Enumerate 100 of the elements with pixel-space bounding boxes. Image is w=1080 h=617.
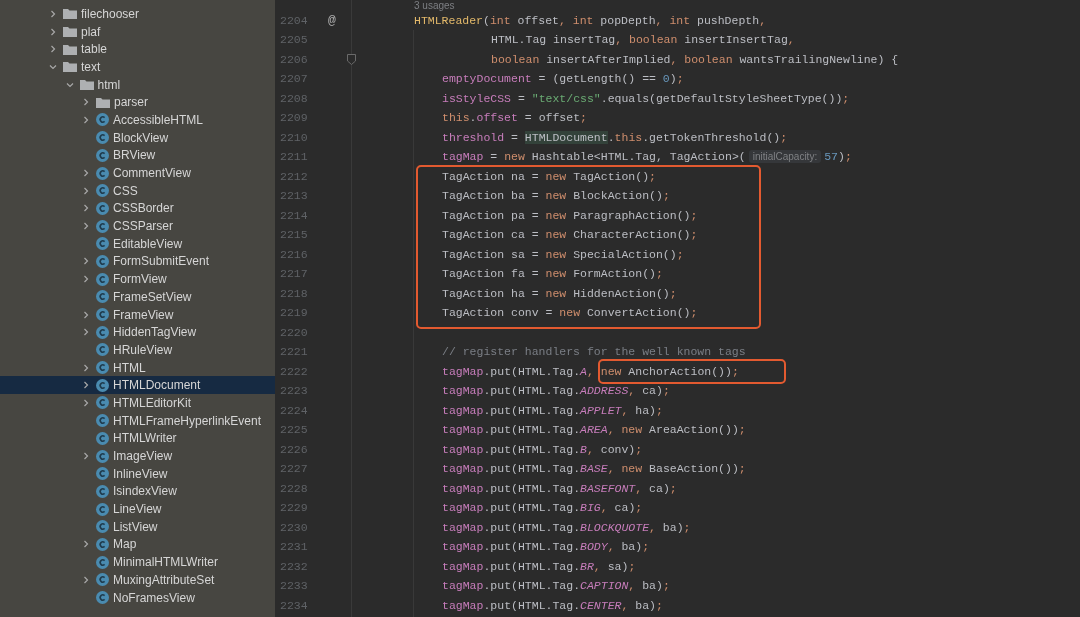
class-icon	[96, 520, 109, 534]
code-line: boolean insertAfterImplied, boolean wantsTrailingNewline) {	[491, 52, 899, 66]
class-icon	[96, 272, 109, 286]
class-icon	[96, 484, 109, 498]
tree-item[interactable]: HRuleView	[0, 341, 275, 359]
class-icon	[96, 467, 109, 481]
code-line: tagMap.put(HTML.Tag.CAPTION, ba);	[442, 579, 670, 593]
line-number: 2218	[279, 286, 309, 300]
chevron-icon[interactable]	[82, 452, 90, 461]
class-icon	[96, 537, 109, 551]
chevron-icon[interactable]	[82, 575, 90, 584]
code-line: TagAction conv = new ConvertAction();	[442, 306, 698, 320]
folder-icon	[63, 43, 77, 55]
class-icon	[96, 431, 109, 445]
class-icon	[96, 573, 109, 587]
line-number: 2223	[279, 384, 309, 398]
code-line: tagMap.put(HTML.Tag.BASEFONT, ca);	[442, 481, 677, 495]
line-number: 2220	[279, 325, 309, 339]
tree-item[interactable]: IsindexView	[0, 482, 275, 501]
tree-item[interactable]: plaf	[0, 22, 275, 41]
tree-item[interactable]: NoFramesView	[0, 588, 275, 607]
line-number: 2227	[279, 462, 309, 476]
tree-item[interactable]: HiddenTagView	[0, 323, 275, 342]
tree-item[interactable]: HTMLEditorKit	[0, 394, 275, 412]
line-number: 2225	[279, 423, 309, 437]
tree-item[interactable]: HTMLDocument	[0, 376, 275, 395]
folder-icon	[63, 26, 77, 38]
tree-item[interactable]: ImageView	[0, 447, 275, 465]
code-line: tagMap.put(HTML.Tag.BASE, new BaseAction());	[442, 462, 746, 476]
line-number: 2204	[279, 13, 309, 27]
class-icon	[96, 166, 109, 180]
tree-item[interactable]: InlineView	[0, 464, 275, 483]
line-number: 2206	[279, 52, 309, 66]
code-line: tagMap.put(HTML.Tag.BR, sa);	[442, 559, 636, 573]
code-line: TagAction na = new TagAction();	[442, 169, 656, 183]
code-line: tagMap.put(HTML.Tag.A, new AnchorAction());	[442, 364, 739, 378]
code-line: TagAction sa = new SpecialAction();	[442, 247, 684, 261]
tree-item[interactable]: CSS	[0, 181, 275, 200]
folder-icon	[79, 79, 94, 91]
line-number: 2217	[279, 267, 309, 281]
tree-item[interactable]: CSSParser	[0, 217, 275, 235]
class-icon	[96, 201, 109, 215]
line-number: 2234	[279, 598, 309, 612]
tree-item[interactable]: table	[0, 40, 275, 59]
code-line: TagAction ba = new BlockAction();	[442, 189, 670, 203]
chevron-icon[interactable]	[82, 540, 90, 549]
class-icon	[96, 396, 109, 410]
class-icon	[96, 237, 109, 251]
fold-icon[interactable]	[347, 53, 356, 65]
tree-item[interactable]: Map	[0, 535, 275, 554]
code-line: HTML.Tag insertTag, boolean insertInsertTag,	[491, 33, 795, 47]
gutter-marker[interactable]: @	[328, 12, 336, 28]
tree-item[interactable]: FormSubmitEvent	[0, 252, 275, 271]
folder-icon	[96, 96, 110, 108]
line-number: 2231	[279, 540, 309, 554]
tree-item[interactable]: MinimalHTMLWriter	[0, 553, 275, 571]
line-number: 2215	[279, 228, 309, 242]
tree-item[interactable]: AccessibleHTML	[0, 111, 275, 129]
line-number: 2233	[279, 579, 309, 593]
code-line: tagMap.put(HTML.Tag.BODY, ba);	[442, 540, 650, 554]
tree-item[interactable]: CSSBorder	[0, 199, 275, 218]
tree-item[interactable]: HTML	[0, 358, 275, 377]
tree-item[interactable]: EditableView	[0, 234, 275, 253]
tree-item[interactable]: MuxingAttributeSet	[0, 571, 275, 589]
line-number: 2205	[279, 33, 309, 47]
line-number: 2212	[279, 169, 309, 183]
class-icon	[96, 131, 109, 145]
code-line: TagAction ca = new CharacterAction();	[442, 228, 698, 242]
tree-item[interactable]: filechooser	[0, 5, 275, 23]
tree-item[interactable]: BlockView	[0, 128, 275, 147]
code-line: TagAction ha = new HiddenAction();	[442, 286, 677, 300]
tree-item[interactable]: ListView	[0, 517, 275, 536]
class-icon	[96, 325, 109, 339]
tree-item[interactable]: BRView	[0, 146, 275, 165]
line-number: 2207	[279, 72, 309, 86]
code-line: isStyleCSS = "text/css".equals(getDefaultStyleSheetType());	[442, 91, 850, 105]
tree-item[interactable]: HTMLFrameHyperlinkEvent	[0, 411, 275, 430]
code-line: TagAction pa = new ParagraphAction();	[442, 208, 698, 222]
line-number: 2222	[279, 364, 309, 378]
code-line: TagAction fa = new FormAction();	[442, 267, 663, 281]
tree-item[interactable]: FormView	[0, 270, 275, 288]
usages-hint[interactable]: 3 usages	[414, 0, 455, 11]
line-number: 2219	[279, 306, 309, 320]
class-icon	[96, 414, 109, 428]
tree-item[interactable]: parser	[0, 93, 275, 112]
tree-item[interactable]: text	[0, 58, 275, 76]
class-icon	[96, 148, 109, 162]
tree-item[interactable]: html	[0, 75, 275, 94]
code-line: // register handlers for the well known tags	[442, 345, 746, 359]
class-icon	[96, 502, 109, 516]
line-number: 2221	[279, 345, 309, 359]
class-icon	[96, 219, 109, 233]
tree-item[interactable]: HTMLWriter	[0, 429, 275, 448]
tree-item[interactable]: FrameView	[0, 305, 275, 324]
code-line: tagMap.put(HTML.Tag.APPLET, ha);	[442, 403, 663, 417]
line-number: 2210	[279, 130, 309, 144]
tree-item[interactable]: CommentView	[0, 164, 275, 182]
tree-item[interactable]: LineView	[0, 500, 275, 518]
tree-item[interactable]: FrameSetView	[0, 288, 275, 306]
line-number: 2211	[279, 150, 309, 164]
